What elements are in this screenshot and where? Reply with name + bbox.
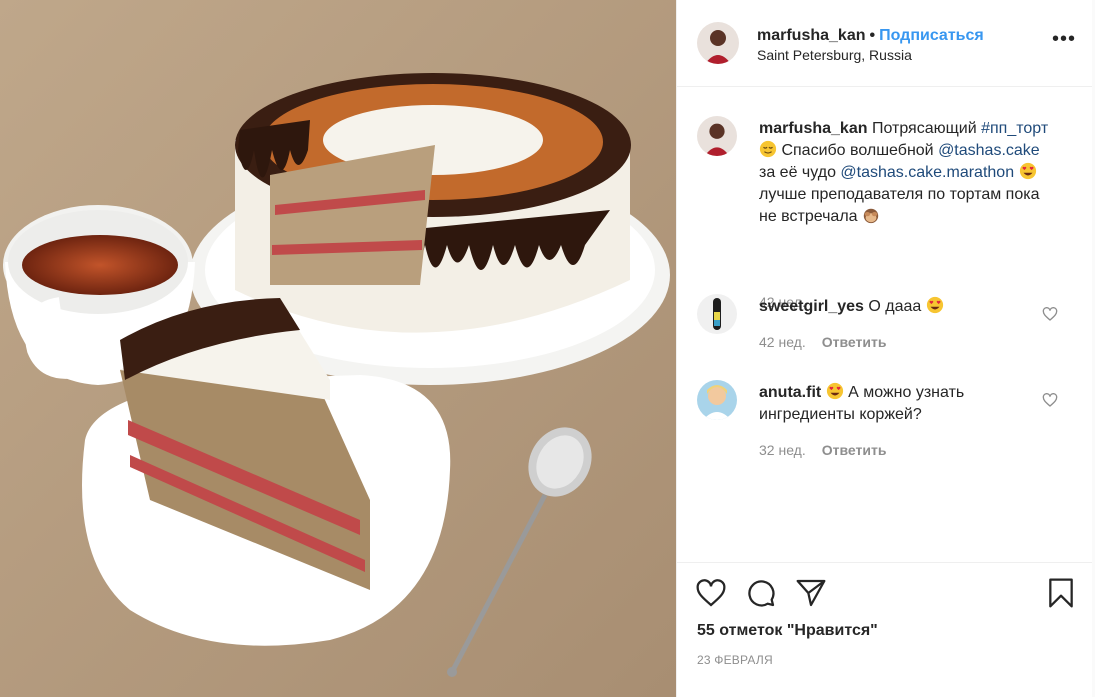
like-comment-heart-icon[interactable] bbox=[1042, 392, 1058, 408]
post-header: marfusha_kan • Подписаться Saint Petersbur… bbox=[677, 0, 1093, 87]
avatar[interactable] bbox=[697, 294, 737, 334]
comment-meta: 32 нед. Ответить bbox=[759, 442, 886, 458]
avatar[interactable] bbox=[697, 116, 737, 156]
hashtag-link[interactable]: #пп_торт bbox=[981, 120, 1048, 137]
mention-link[interactable]: @tashas.cake.marathon bbox=[840, 164, 1014, 181]
heart-icon[interactable] bbox=[695, 577, 727, 609]
heart-eyes-emoji-icon bbox=[826, 382, 843, 400]
separator-dot: • bbox=[869, 27, 876, 44]
like-comment-heart-icon[interactable] bbox=[1042, 306, 1058, 322]
comment-meta: 42 нед. Ответить bbox=[759, 334, 886, 350]
post-details-panel: marfusha_kan • Подписаться Saint Petersbur… bbox=[676, 0, 1093, 697]
caption-text-part: Спасибо волшебной bbox=[781, 142, 934, 159]
comments-section: marfusha_kan Потрясающий #пп_торт Спасиб… bbox=[677, 88, 1093, 562]
reply-button[interactable]: Ответить bbox=[822, 334, 887, 350]
username-link[interactable]: marfusha_kan bbox=[757, 27, 866, 44]
caption-text-part: Потрясающий bbox=[871, 120, 977, 137]
caption-username[interactable]: marfusha_kan bbox=[759, 120, 868, 137]
comment-body: О дааа bbox=[868, 298, 922, 315]
likes-count[interactable]: 55 отметок "Нравится" bbox=[697, 622, 878, 640]
see-no-evil-monkey-emoji-icon bbox=[863, 208, 879, 224]
header-user-row: marfusha_kan • Подписаться bbox=[757, 27, 984, 45]
post-date: 23 ФЕВРАЛЯ bbox=[697, 653, 773, 667]
comment-time: 42 нед. bbox=[759, 334, 806, 350]
reply-button[interactable]: Ответить bbox=[822, 442, 887, 458]
caption-text-part: за её чудо bbox=[759, 164, 836, 181]
heart-eyes-emoji-icon bbox=[1019, 162, 1036, 180]
avatar[interactable] bbox=[697, 22, 739, 64]
cake-image bbox=[0, 0, 676, 697]
post-photo[interactable] bbox=[0, 0, 676, 697]
comment-text: sweetgirl_yes О дааа bbox=[759, 296, 1059, 318]
comment-text: anuta.fit А можно узнать ингредиенты кор… bbox=[759, 382, 1059, 426]
comment-username[interactable]: sweetgirl_yes bbox=[759, 298, 864, 315]
comment-icon[interactable] bbox=[745, 577, 777, 609]
mention-link[interactable]: @tashas.cake bbox=[938, 142, 1040, 159]
comment-time: 32 нед. bbox=[759, 442, 806, 458]
post-actions: 55 отметок "Нравится" 23 ФЕВРАЛЯ bbox=[677, 562, 1093, 697]
heart-eyes-emoji-icon bbox=[926, 296, 943, 314]
more-options-icon[interactable]: ••• bbox=[1052, 29, 1078, 52]
caption-text-part: лучше преподавателя по тортам пока не вс… bbox=[759, 186, 1040, 225]
location-link[interactable]: Saint Petersburg, Russia bbox=[757, 47, 912, 63]
comment-username[interactable]: anuta.fit bbox=[759, 384, 821, 401]
follow-button[interactable]: Подписаться bbox=[879, 27, 984, 44]
avatar[interactable] bbox=[697, 380, 737, 420]
share-icon[interactable] bbox=[795, 577, 827, 609]
relieved-emoji-icon bbox=[759, 140, 777, 158]
bookmark-icon[interactable] bbox=[1047, 577, 1075, 609]
caption-text: marfusha_kan Потрясающий #пп_торт Спасиб… bbox=[759, 118, 1059, 228]
